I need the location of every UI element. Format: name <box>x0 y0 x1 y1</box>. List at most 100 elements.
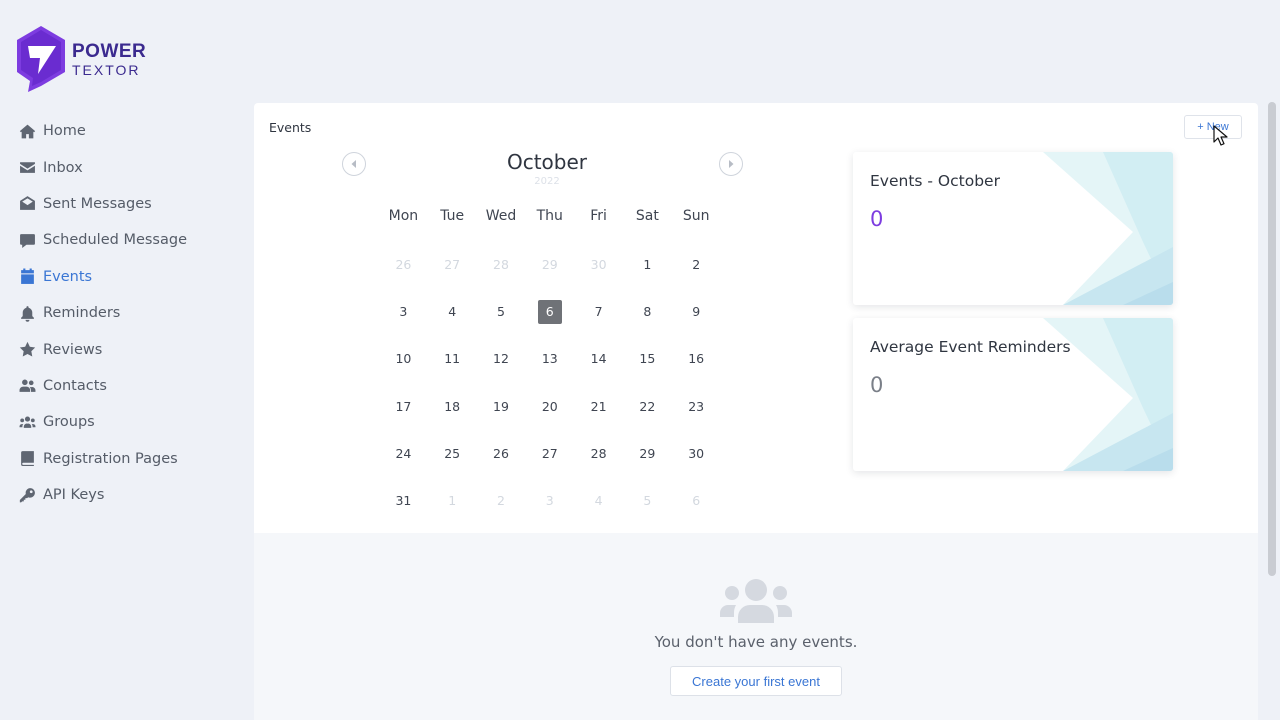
calendar-day[interactable]: 31 <box>379 489 428 536</box>
calendar-day[interactable]: 20 <box>525 395 574 442</box>
card-value: 0 <box>870 373 884 397</box>
sidebar-item-inbox[interactable]: Inbox <box>0 149 240 185</box>
star-icon <box>18 341 36 359</box>
chevron-right-icon <box>729 160 734 168</box>
users-icon <box>18 413 36 431</box>
calendar-day-number: 28 <box>493 257 509 272</box>
calendar-day[interactable]: 16 <box>672 347 721 394</box>
calendar-week-row: 3 4 5 6 7 8 9 <box>379 300 721 347</box>
calendar-day[interactable]: 4 <box>574 489 623 536</box>
sidebar-item-reminders[interactable]: Reminders <box>0 295 240 331</box>
page-scrollbar[interactable] <box>1268 102 1276 576</box>
calendar-day-number: 3 <box>399 304 408 320</box>
calendar-day[interactable]: 25 <box>428 442 477 489</box>
sidebar-item-scheduled-message[interactable]: Scheduled Message <box>0 222 240 258</box>
calendar-day-number: 28 <box>590 445 607 461</box>
calendar-day[interactable]: 7 <box>574 300 623 347</box>
calendar-day-number: 13 <box>541 351 558 367</box>
calendar-day-number: 16 <box>688 351 705 367</box>
mouse-cursor-icon <box>1213 125 1228 146</box>
calendar-next-button[interactable] <box>719 152 743 176</box>
sidebar-item-reviews[interactable]: Reviews <box>0 331 240 367</box>
calendar-day-number: 19 <box>493 398 509 414</box>
calendar-day-number: 15 <box>639 351 656 367</box>
calendar-day[interactable]: 10 <box>379 347 428 394</box>
calendar-day-number: 5 <box>643 492 652 508</box>
calendar-day[interactable]: 2 <box>477 489 526 536</box>
calendar-day[interactable]: 2 <box>672 253 721 300</box>
calendar-day-number: 11 <box>444 351 461 367</box>
calendar-day[interactable]: 21 <box>574 395 623 442</box>
calendar-day[interactable]: 19 <box>477 395 526 442</box>
calendar-day-number: 2 <box>692 257 701 272</box>
calendar-day[interactable]: 6 <box>672 489 721 536</box>
calendar-day-today[interactable]: 6 <box>525 300 574 347</box>
create-first-event-button[interactable]: Create your first event <box>670 666 842 696</box>
calendar-day-number: 3 <box>545 492 554 508</box>
calendar-day[interactable]: 29 <box>623 442 672 489</box>
sidebar-item-api-keys[interactable]: API Keys <box>0 477 240 513</box>
calendar-day[interactable]: 14 <box>574 347 623 394</box>
book-icon <box>18 450 36 468</box>
calendar-day[interactable]: 12 <box>477 347 526 394</box>
card-value: 0 <box>870 207 884 231</box>
calendar-day-number: 2 <box>497 492 505 508</box>
sidebar-item-sent-messages[interactable]: Sent Messages <box>0 186 240 222</box>
sidebar-item-groups[interactable]: Groups <box>0 404 240 440</box>
calendar-day-number: 29 <box>541 257 558 272</box>
calendar-day[interactable]: 26 <box>477 442 526 489</box>
sidebar-item-home[interactable]: Home <box>0 113 240 149</box>
sidebar-item-events[interactable]: Events <box>0 259 240 295</box>
empty-state-message: You don't have any events. <box>654 633 858 651</box>
calendar-day[interactable]: 27 <box>428 253 477 300</box>
sidebar-item-contacts[interactable]: Contacts <box>0 368 240 404</box>
chevron-left-icon <box>351 160 356 168</box>
calendar-day[interactable]: 4 <box>428 300 477 347</box>
calendar-day-number: 14 <box>590 351 607 367</box>
calendar-day[interactable]: 13 <box>525 347 574 394</box>
calendar-day-number: 7 <box>594 304 603 320</box>
calendar-day[interactable]: 3 <box>525 489 574 536</box>
calendar-day[interactable]: 27 <box>525 442 574 489</box>
calendar-prev-button[interactable] <box>342 152 366 176</box>
sidebar-item-registration-pages[interactable]: Registration Pages <box>0 441 240 477</box>
calendar-day-number: 24 <box>395 445 412 461</box>
calendar-day[interactable]: 30 <box>574 253 623 300</box>
calendar-day[interactable]: 3 <box>379 300 428 347</box>
calendar-day[interactable]: 11 <box>428 347 477 394</box>
brand-logo[interactable]: POWER TEXTOR <box>16 26 146 92</box>
calendar-day[interactable]: 1 <box>428 489 477 536</box>
calendar-day-number: 5 <box>497 304 505 320</box>
brand-name-line2: TEXTOR <box>72 61 141 78</box>
calendar-day[interactable]: 23 <box>672 395 721 442</box>
calendar-day-number: 27 <box>444 257 461 272</box>
calendar-day-number: 6 <box>692 492 701 508</box>
calendar-day[interactable]: 1 <box>623 253 672 300</box>
calendar-day[interactable]: 30 <box>672 442 721 489</box>
envelope-open-icon <box>18 195 36 213</box>
calendar-day[interactable]: 8 <box>623 300 672 347</box>
calendar-day-number: 8 <box>643 304 652 320</box>
calendar-day[interactable]: 5 <box>623 489 672 536</box>
calendar-day-number: 10 <box>395 351 412 367</box>
calendar-day-number: 26 <box>493 445 509 461</box>
calendar-day[interactable]: 22 <box>623 395 672 442</box>
calendar-week-row: 26 27 28 29 30 1 2 <box>379 253 721 300</box>
calendar-day[interactable]: 28 <box>574 442 623 489</box>
sidebar-nav: Home Inbox Sent Messages Scheduled Messa… <box>0 113 240 513</box>
calendar-day-number: 30 <box>688 445 705 461</box>
calendar-week-row: 31 1 2 3 4 5 6 <box>379 489 721 536</box>
calendar-day-number: 1 <box>643 257 652 272</box>
calendar-day[interactable]: 29 <box>525 253 574 300</box>
calendar-day-number: 20 <box>541 398 558 414</box>
calendar-day-number: 17 <box>395 398 412 414</box>
calendar-day[interactable]: 28 <box>477 253 526 300</box>
calendar-day[interactable]: 15 <box>623 347 672 394</box>
calendar-day[interactable]: 18 <box>428 395 477 442</box>
calendar-day[interactable]: 5 <box>477 300 526 347</box>
calendar-day[interactable]: 17 <box>379 395 428 442</box>
calendar-day[interactable]: 24 <box>379 442 428 489</box>
calendar-grid: 26 27 28 29 30 1 2 3 4 5 6 7 8 9 10 11 12 13 14 15 16 17 18 19 2… <box>379 253 721 536</box>
calendar-day[interactable]: 9 <box>672 300 721 347</box>
calendar-day[interactable]: 26 <box>379 253 428 300</box>
